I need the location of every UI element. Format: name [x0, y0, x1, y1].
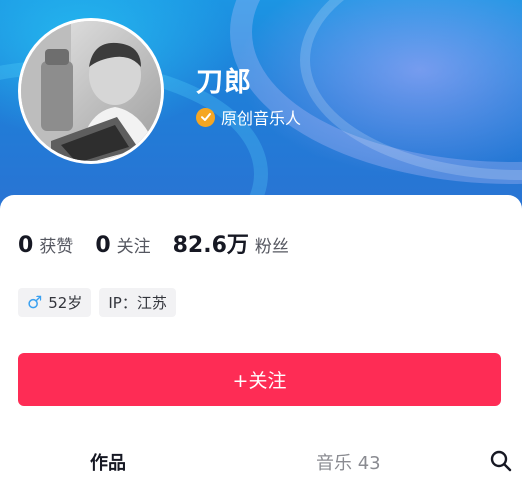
tab-music[interactable]: 音乐 43 [316, 449, 381, 475]
followers-label[interactable]: 粉丝 [255, 232, 289, 257]
age-label: 52岁 [48, 294, 83, 312]
follow-button[interactable]: +关注 [18, 353, 501, 406]
avatar-photo [21, 21, 161, 161]
verification-label: 原创音乐人 [221, 109, 302, 128]
profile-tags: ♂ 52岁 IP：江苏 [18, 288, 184, 317]
banner-decoration [300, 0, 522, 180]
age-tag: ♂ 52岁 [18, 288, 92, 317]
search-icon[interactable] [489, 449, 513, 473]
likes-label[interactable]: 获赞 [39, 232, 73, 257]
male-icon: ♂ [27, 292, 43, 313]
tab-works[interactable]: 作品 [90, 449, 126, 475]
followers-count[interactable]: 82.6万 [173, 227, 249, 259]
avatar[interactable] [18, 18, 164, 164]
stats-row: 0 获赞 0 关注 82.6万 粉丝 [18, 227, 311, 259]
likes-count[interactable]: 0 [18, 233, 33, 258]
verification-row: 原创音乐人 [196, 105, 301, 129]
following-count[interactable]: 0 [95, 233, 110, 258]
profile-name: 刀郎 [196, 67, 252, 98]
verified-badge-icon [196, 107, 215, 127]
following-label[interactable]: 关注 [117, 232, 151, 257]
ip-label: IP：江苏 [108, 294, 167, 312]
ip-tag: IP：江苏 [99, 288, 176, 317]
